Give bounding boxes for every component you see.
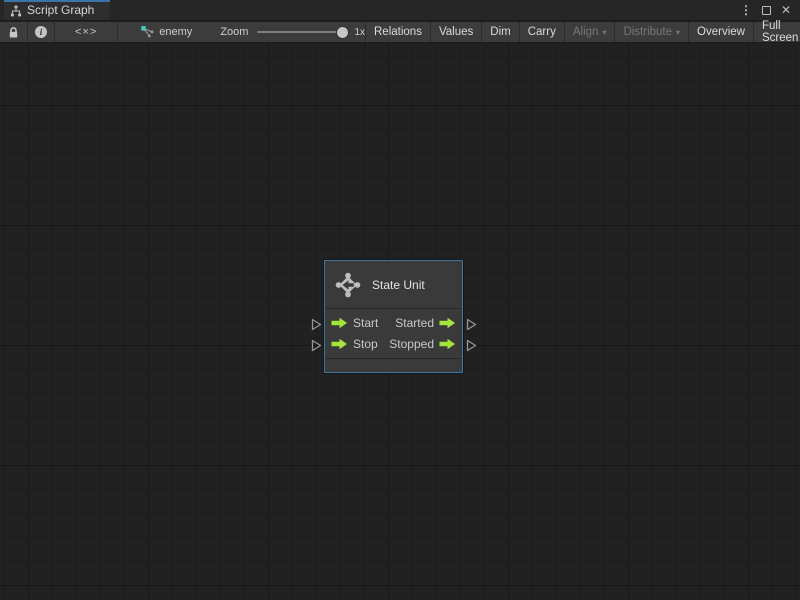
code-icon: <×>	[75, 26, 98, 38]
flow-output-port[interactable]: Stopped	[389, 337, 456, 351]
flow-output-port[interactable]: Started	[395, 316, 456, 330]
zoom-label: Zoom	[220, 26, 249, 38]
distribute-dropdown-button[interactable]: Distribute ▾	[614, 22, 688, 42]
graph-asset-icon	[141, 26, 154, 38]
code-preview-button[interactable]: <×>	[55, 22, 119, 42]
graph-name-label: enemy	[159, 26, 193, 38]
zoom-slider-handle[interactable]	[337, 26, 349, 38]
node-ports: Start Started Stop Stopped	[325, 309, 462, 359]
state-unit-node[interactable]: State Unit Start Started Stop Stopped	[324, 260, 463, 373]
node-footer	[325, 359, 462, 372]
port-label: Stop	[353, 337, 378, 351]
zoom-slider-track[interactable]	[257, 26, 349, 38]
node-title: State Unit	[372, 277, 425, 292]
graph-breadcrumb[interactable]: enemy	[140, 22, 192, 42]
window-controls: ⋮ ✕	[740, 0, 800, 20]
graph-canvas[interactable]: State Unit Start Started Stop Stopped	[0, 44, 800, 600]
full-screen-button[interactable]: Full Screen	[752, 20, 800, 44]
dim-button[interactable]: Dim	[481, 22, 518, 42]
port-row: Stop Stopped	[331, 334, 456, 355]
overview-button[interactable]: Overview	[688, 22, 753, 42]
flow-input-port[interactable]	[331, 317, 348, 329]
flow-arrow-icon	[331, 338, 347, 350]
flow-outlet-icon[interactable]	[311, 318, 322, 331]
graph-icon	[11, 5, 21, 16]
zoom-control: Zoom 1x	[220, 22, 365, 42]
lock-button[interactable]	[0, 22, 28, 42]
flow-input-port[interactable]	[331, 338, 348, 350]
node-header[interactable]: State Unit	[325, 261, 462, 309]
carry-button[interactable]: Carry	[518, 22, 564, 42]
port-row: Start Started	[331, 313, 456, 334]
menu-icon[interactable]: ⋮	[740, 4, 752, 16]
tab-script-graph[interactable]: Script Graph	[4, 0, 110, 20]
maximize-icon[interactable]	[761, 5, 771, 15]
script-graph-window: Script Graph ⋮ ✕ i <×> enemy Zoom 1x Rel…	[0, 0, 800, 600]
flow-outlet-icon[interactable]	[466, 318, 477, 331]
zoom-value: 1x	[354, 26, 365, 38]
graph-toolbar: i <×> enemy Zoom 1x Relations Values Dim…	[0, 20, 800, 44]
toolbar-right-group: Relations Values Dim Carry Align ▾ Distr…	[365, 20, 800, 44]
align-dropdown-button[interactable]: Align ▾	[563, 22, 615, 42]
chevron-down-icon: ▾	[676, 28, 681, 37]
flow-arrow-icon	[331, 317, 347, 329]
info-icon: i	[35, 26, 47, 38]
values-button[interactable]: Values	[429, 22, 481, 42]
tab-bar: Script Graph ⋮ ✕	[0, 0, 800, 21]
port-label: Start	[353, 316, 379, 330]
flow-arrow-icon	[439, 338, 455, 350]
state-unit-icon	[335, 272, 361, 297]
flow-outlet-icon[interactable]	[466, 339, 477, 352]
tab-label: Script Graph	[27, 3, 95, 17]
lock-icon	[9, 26, 18, 37]
inspect-button[interactable]: i	[28, 22, 55, 42]
port-label: Started	[395, 316, 434, 330]
close-icon[interactable]: ✕	[781, 4, 791, 16]
port-label: Stopped	[389, 337, 434, 351]
chevron-down-icon: ▾	[602, 28, 607, 37]
flow-outlet-icon[interactable]	[311, 339, 322, 352]
relations-button[interactable]: Relations	[365, 22, 430, 42]
flow-arrow-icon	[439, 317, 455, 329]
